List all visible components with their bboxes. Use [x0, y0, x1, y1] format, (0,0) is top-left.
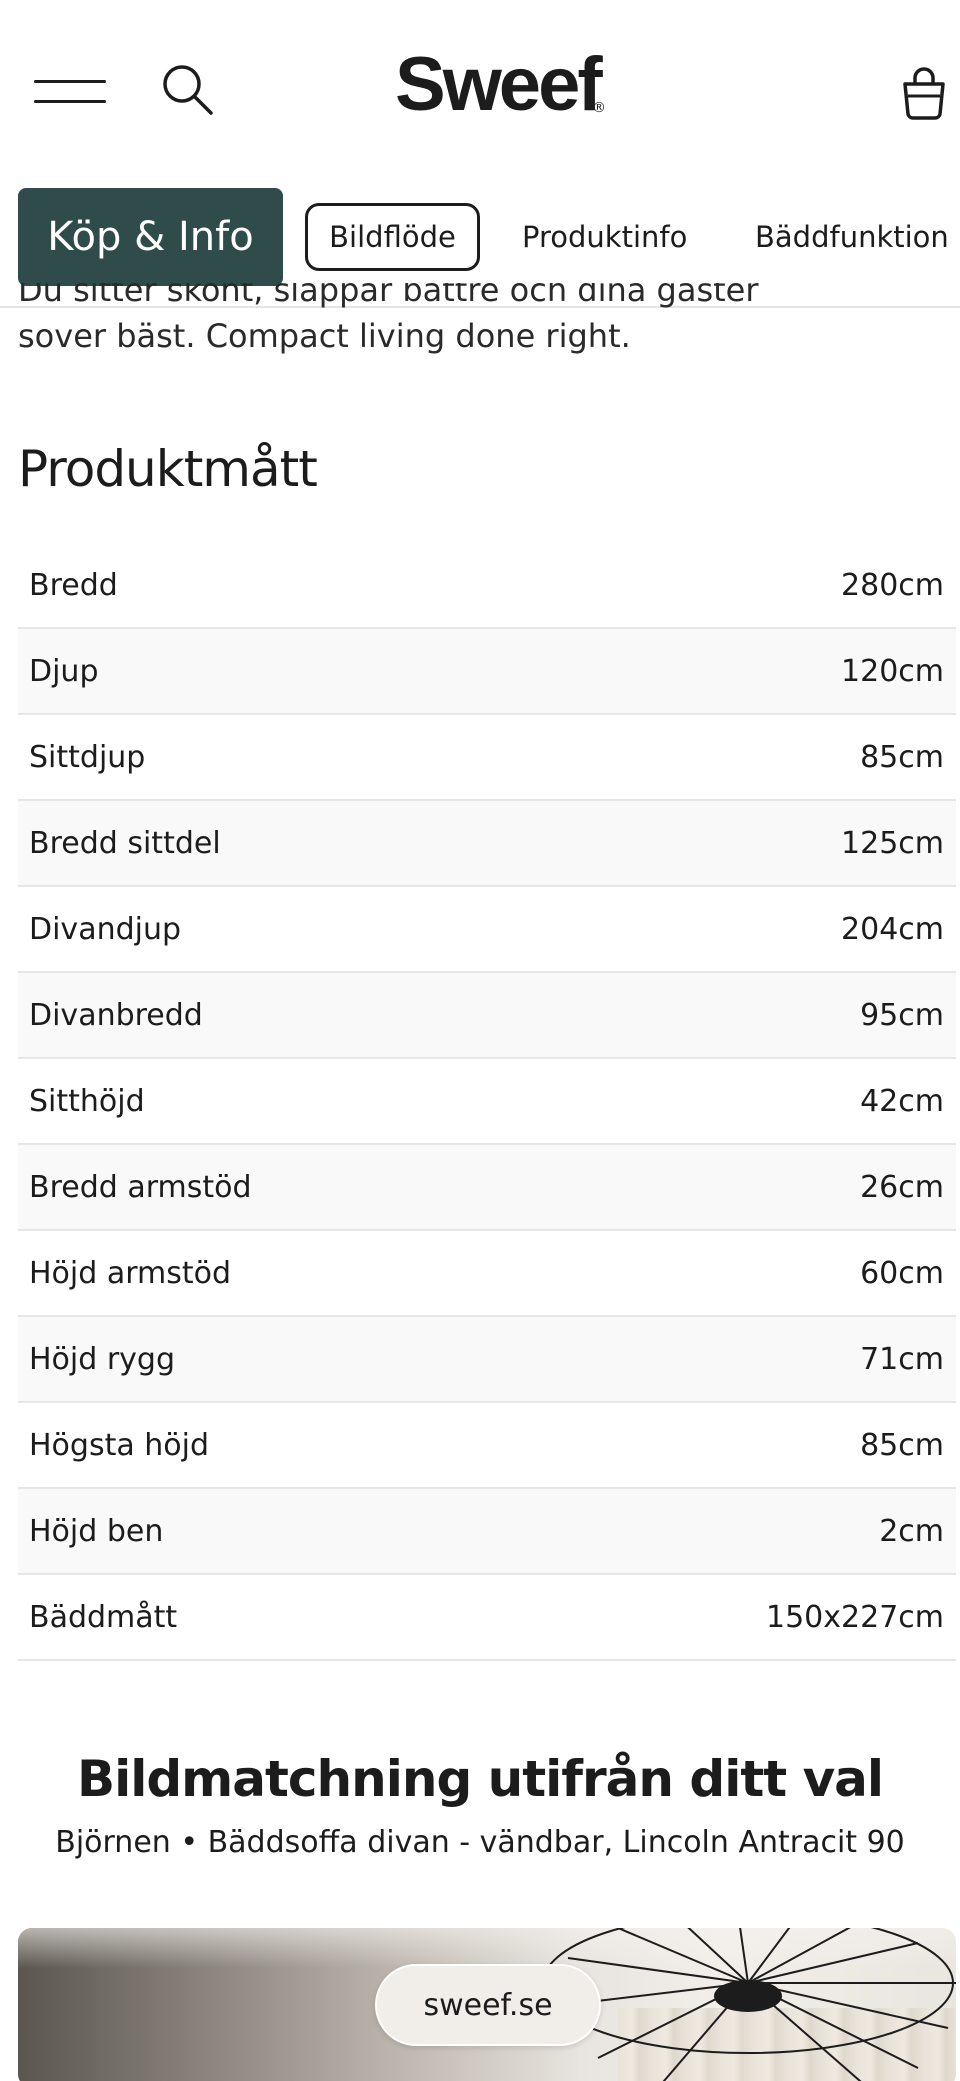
- spec-row: Höjd armstöd 60cm: [18, 1231, 956, 1317]
- spec-row: Divanbredd 95cm: [18, 973, 956, 1059]
- spec-row: Bredd armstöd 26cm: [18, 1145, 956, 1231]
- spec-label: Sitthöjd: [29, 1083, 145, 1119]
- spec-value: 42cm: [860, 1083, 944, 1119]
- spec-label: Bredd sittdel: [29, 825, 221, 861]
- shopping-bag-icon[interactable]: [900, 66, 948, 122]
- spec-row: Divandjup 204cm: [18, 887, 956, 973]
- spec-value: 280cm: [841, 567, 944, 603]
- spec-value: 125cm: [841, 825, 944, 861]
- spec-label: Bredd: [29, 567, 118, 603]
- tab-produktinfo[interactable]: Produktinfo: [522, 203, 687, 271]
- spec-value: 120cm: [841, 653, 944, 689]
- url-badge: sweef.se: [375, 1964, 601, 2046]
- spec-label: Högsta höjd: [29, 1427, 210, 1463]
- section-title-produktmatt: Produktmått: [18, 440, 318, 498]
- spec-value: 150x227cm: [766, 1599, 944, 1635]
- search-glyph: [163, 65, 213, 115]
- image-matching-subtitle: Björnen • Bäddsoffa divan - vändbar, Lin…: [55, 1825, 905, 1860]
- spec-row: Sitthöjd 42cm: [18, 1059, 956, 1145]
- spec-value: 26cm: [860, 1169, 944, 1205]
- spec-row: Höjd rygg 71cm: [18, 1317, 956, 1403]
- description-line: sover bäst. Compact living done right.: [18, 317, 631, 355]
- description-line-partial: Du sitter skönt, slappar bättre och dina…: [18, 283, 759, 309]
- buy-info-button[interactable]: Köp & Info: [18, 188, 283, 286]
- spec-label: Höjd armstöd: [29, 1255, 232, 1291]
- search-icon[interactable]: [160, 62, 216, 118]
- spec-row: Djup 120cm: [18, 629, 956, 715]
- spec-label: Höjd rygg: [29, 1341, 176, 1377]
- spec-value: 85cm: [860, 1427, 944, 1463]
- spec-row: Höjd ben 2cm: [18, 1489, 956, 1575]
- menu-line: [34, 100, 106, 103]
- spec-row: Bredd 280cm: [18, 543, 956, 629]
- brand-logo[interactable]: Sweef: [395, 40, 615, 130]
- menu-line: [34, 80, 106, 83]
- spec-row: Bäddmått 150x227cm: [18, 1575, 956, 1661]
- product-description: Du sitter skönt, slappar bättre och dina…: [18, 283, 918, 359]
- tab-baddfunktion[interactable]: Bäddfunktion: [755, 203, 949, 271]
- spec-value: 60cm: [860, 1255, 944, 1291]
- room-preview-image[interactable]: sweef.se: [18, 1928, 956, 2081]
- spec-label: Bäddmått: [29, 1599, 178, 1635]
- spec-value: 71cm: [860, 1341, 944, 1377]
- spec-value: 204cm: [841, 911, 944, 947]
- spec-label: Divandjup: [29, 911, 182, 947]
- tab-bildflode[interactable]: Bildflöde: [305, 203, 480, 271]
- spec-label: Bredd armstöd: [29, 1169, 252, 1205]
- spec-row: Sittdjup 85cm: [18, 715, 956, 801]
- spec-value: 95cm: [860, 997, 944, 1033]
- spec-label: Djup: [29, 653, 99, 689]
- spec-label: Sittdjup: [29, 739, 146, 775]
- image-matching-title: Bildmatchning utifrån ditt val: [76, 1750, 884, 1808]
- spec-value: 85cm: [860, 739, 944, 775]
- spec-label: Höjd ben: [29, 1513, 164, 1549]
- spec-label: Divanbredd: [29, 997, 203, 1033]
- registered-mark: ®: [592, 100, 606, 116]
- spec-value: 2cm: [879, 1513, 944, 1549]
- site-header: Sweef ®: [0, 0, 960, 180]
- bag-glyph: [903, 67, 945, 120]
- spec-row: Högsta höjd 85cm: [18, 1403, 956, 1489]
- spec-row: Bredd sittdel 125cm: [18, 801, 956, 887]
- menu-icon[interactable]: [34, 76, 106, 106]
- spec-table: Bredd 280cm Djup 120cm Sittdjup 85cm Bredd sit…: [18, 543, 956, 1661]
